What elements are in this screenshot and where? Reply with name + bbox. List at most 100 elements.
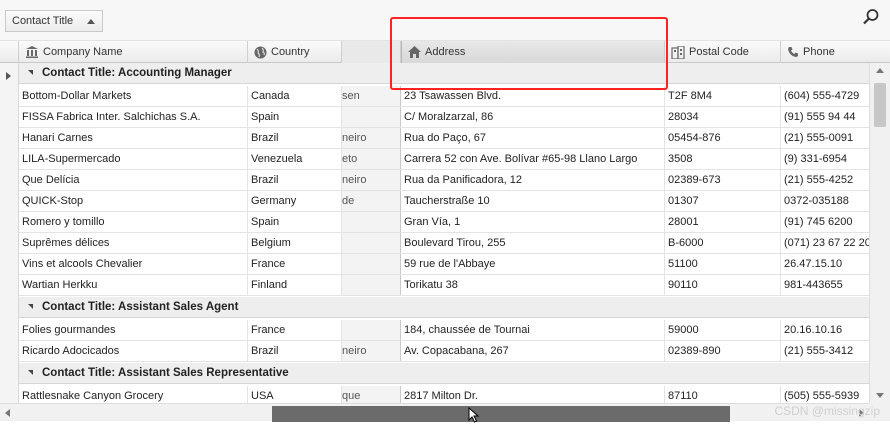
cell-company-name[interactable]: Rattlesnake Canyon Grocery [19,386,248,403]
cell-country[interactable]: Brazil [248,341,342,361]
cell-phone[interactable]: (9) 331-6954 [781,149,869,169]
group-row[interactable]: Contact Title: Assistant Sales Represent… [19,363,869,384]
cell-country[interactable]: Spain [248,107,342,127]
horizontal-scroll-thumb[interactable] [272,406,730,422]
column-header-company-name[interactable]: Company Name [19,41,248,63]
scroll-left-arrow-icon[interactable] [5,409,10,417]
table-row[interactable]: Wartian Herkku Finland Torikatu 38 90110… [19,275,869,296]
cell-postal-code[interactable]: 28001 [665,212,781,232]
cell-company-name[interactable]: Wartian Herkku [19,275,248,295]
column-header-address[interactable]: Address [401,41,665,63]
cell-postal-code[interactable]: 28034 [665,107,781,127]
column-header-postal-code[interactable]: Postal Code [665,41,781,63]
table-row[interactable]: LILA-Supermercado Venezuela eto Carrera … [19,149,869,170]
table-row[interactable]: Folies gourmandes France 184, chaussée d… [19,320,869,341]
cell-country[interactable]: France [248,254,342,274]
cell-company-name[interactable]: QUICK-Stop [19,191,248,211]
cell-country[interactable]: USA [248,386,342,403]
cell-address[interactable]: Torikatu 38 [401,275,665,295]
horizontal-scrollbar[interactable] [0,403,869,422]
table-row[interactable]: Que Delícia Brazil neiro Rua da Panifica… [19,170,869,191]
cell-country[interactable]: Finland [248,275,342,295]
cell-postal-code[interactable]: 90110 [665,275,781,295]
cell-company-name[interactable]: Hanari Carnes [19,128,248,148]
cell-phone[interactable]: (604) 555-4729 [781,86,869,106]
cell-company-name[interactable]: Bottom-Dollar Markets [19,86,248,106]
cell-address[interactable]: Taucherstraße 10 [401,191,665,211]
collapse-group-icon[interactable] [28,304,33,309]
cell-phone[interactable]: 26.47.15.10 [781,254,869,274]
cell-address[interactable]: 23 Tsawassen Blvd. [401,86,665,106]
cell-postal-code[interactable]: 59000 [665,320,781,340]
cell-address[interactable]: Rua da Panificadora, 12 [401,170,665,190]
cell-country[interactable]: Belgium [248,233,342,253]
cell-postal-code[interactable]: 3508 [665,149,781,169]
cell-address[interactable]: Carrera 52 con Ave. Bolívar #65-98 Llano… [401,149,665,169]
cell-address[interactable]: Rua do Paço, 67 [401,128,665,148]
column-header-country[interactable]: Country [248,41,342,63]
vertical-scrollbar[interactable] [869,63,890,403]
cell-postal-code[interactable]: 51100 [665,254,781,274]
vertical-scroll-thumb[interactable] [874,83,886,127]
cell-company-name[interactable]: Folies gourmandes [19,320,248,340]
cell-phone[interactable]: (21) 555-4252 [781,170,869,190]
table-row[interactable]: Rattlesnake Canyon Grocery USA que 2817 … [19,386,869,403]
cell-phone[interactable]: (21) 555-3412 [781,341,869,361]
column-header-city-partial[interactable] [342,41,401,63]
group-by-chip-contact-title[interactable]: Contact Title [5,10,103,32]
cell-postal-code[interactable]: 02389-673 [665,170,781,190]
cell-address[interactable]: 59 rue de l'Abbaye [401,254,665,274]
cell-phone[interactable]: (071) 23 67 22 20 [781,233,869,253]
cell-phone[interactable]: (91) 555 94 44 [781,107,869,127]
cell-company-name[interactable]: LILA-Supermercado [19,149,248,169]
cell-country[interactable]: Germany [248,191,342,211]
cell-company-name[interactable]: Vins et alcools Chevalier [19,254,248,274]
cell-company-name[interactable]: Ricardo Adocicados [19,341,248,361]
cell-country[interactable]: France [248,320,342,340]
cell-postal-code[interactable]: B-6000 [665,233,781,253]
cell-company-name[interactable]: Que Delícia [19,170,248,190]
cell-company-name[interactable]: Romero y tomillo [19,212,248,232]
group-row[interactable]: Contact Title: Assistant Sales Agent [19,297,869,318]
cell-postal-code[interactable]: 05454-876 [665,128,781,148]
cell-country[interactable]: Brazil [248,170,342,190]
cell-address[interactable]: Av. Copacabana, 267 [401,341,665,361]
column-header-phone[interactable]: Phone [781,41,869,63]
table-row[interactable]: QUICK-Stop Germany de Taucherstraße 10 0… [19,191,869,212]
search-icon[interactable] [862,8,880,26]
cell-postal-code[interactable]: 02389-890 [665,341,781,361]
cell-phone[interactable]: 20.16.10.16 [781,320,869,340]
collapse-group-icon[interactable] [28,70,33,75]
cell-phone[interactable]: (21) 555-0091 [781,128,869,148]
cell-phone[interactable]: 0372-035188 [781,191,869,211]
cell-company-name[interactable]: FISSA Fabrica Inter. Salchichas S.A. [19,107,248,127]
scroll-up-arrow-icon[interactable] [876,68,884,73]
table-row[interactable]: Bottom-Dollar Markets Canada sen 23 Tsaw… [19,86,869,107]
cell-address[interactable]: 184, chaussée de Tournai [401,320,665,340]
cell-phone[interactable]: (91) 745 6200 [781,212,869,232]
cell-address[interactable]: C/ Moralzarzal, 86 [401,107,665,127]
grid-body[interactable]: Contact Title: Accounting Manager Bottom… [19,63,869,403]
scroll-down-arrow-icon[interactable] [876,393,884,398]
cell-address[interactable]: 2817 Milton Dr. [401,386,665,403]
cell-country[interactable]: Brazil [248,128,342,148]
cell-phone[interactable]: (505) 555-5939 [781,386,869,403]
table-row[interactable]: Romero y tomillo Spain Gran Vía, 1 28001… [19,212,869,233]
table-row[interactable]: Ricardo Adocicados Brazil neiro Av. Copa… [19,341,869,362]
cell-postal-code[interactable]: T2F 8M4 [665,86,781,106]
group-row[interactable]: Contact Title: Accounting Manager [19,63,869,84]
cell-country[interactable]: Venezuela [248,149,342,169]
table-row[interactable]: Vins et alcools Chevalier France 59 rue … [19,254,869,275]
collapse-group-icon[interactable] [28,370,33,375]
table-row[interactable]: Suprêmes délices Belgium Boulevard Tirou… [19,233,869,254]
cell-address[interactable]: Gran Vía, 1 [401,212,665,232]
cell-phone[interactable]: 981-443655 [781,275,869,295]
cell-company-name[interactable]: Suprêmes délices [19,233,248,253]
cell-country[interactable]: Canada [248,86,342,106]
table-row[interactable]: Hanari Carnes Brazil neiro Rua do Paço, … [19,128,869,149]
table-row[interactable]: FISSA Fabrica Inter. Salchichas S.A. Spa… [19,107,869,128]
cell-address[interactable]: Boulevard Tirou, 255 [401,233,665,253]
cell-country[interactable]: Spain [248,212,342,232]
cell-postal-code[interactable]: 01307 [665,191,781,211]
cell-postal-code[interactable]: 87110 [665,386,781,403]
